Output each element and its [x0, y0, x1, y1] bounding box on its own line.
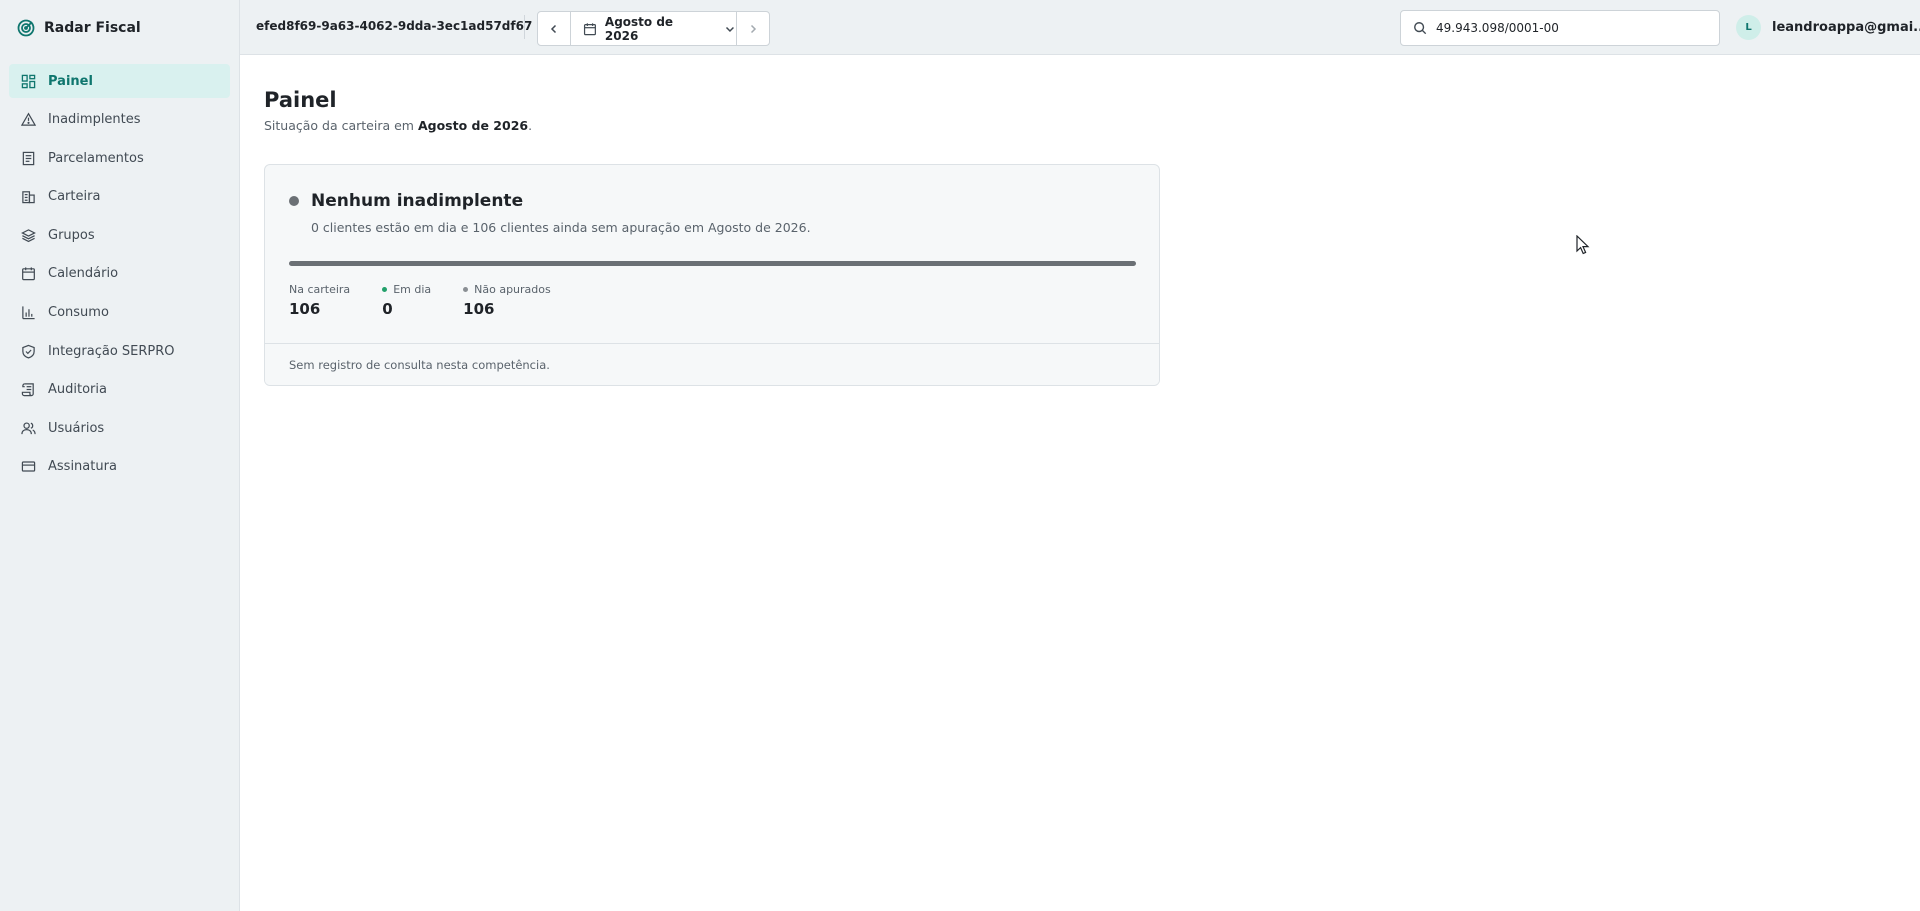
stat-label: Em dia [393, 283, 432, 296]
main-content: Painel Situação da carteira em Agosto de… [264, 88, 1160, 386]
stat-value: 106 [463, 300, 495, 318]
sidebar-item-parcelamentos[interactable]: Parcelamentos [9, 141, 230, 175]
status-dot [289, 196, 299, 206]
sidebar-item-label: Grupos [48, 227, 95, 243]
subtitle-suffix: . [528, 118, 533, 133]
header-divider [524, 15, 525, 39]
sidebar: Radar Fiscal Painel Inadimplentes Parcel… [0, 0, 240, 911]
period-select[interactable]: Agosto de 2026 [571, 12, 736, 45]
card-stats: Na carteira 106 Em dia 0 Não apurados 10… [289, 283, 551, 318]
sidebar-item-label: Carteira [48, 189, 101, 205]
sidebar-item-consumo[interactable]: Consumo [9, 296, 230, 330]
search-icon [1414, 22, 1427, 35]
organization-id[interactable]: efed8f69-9a63-4062-9dda-3ec1ad57df67 [256, 19, 532, 33]
stat-em-dia: Em dia 0 [382, 283, 431, 318]
sidebar-item-label: Painel [48, 73, 93, 89]
status-dot-green [382, 287, 388, 292]
sidebar-item-label: Calendário [48, 266, 119, 282]
shield-check-icon [22, 344, 35, 359]
sidebar-item-label: Inadimplentes [48, 112, 141, 128]
credit-card-icon [21, 461, 36, 473]
subtitle-prefix: Situação da carteira em [264, 118, 418, 133]
chevron-left-icon [550, 24, 557, 33]
sidebar-item-carteira[interactable]: Carteira [9, 180, 230, 214]
calendar-icon [22, 267, 35, 281]
stat-nao-apurados: Não apurados 106 [463, 283, 551, 318]
sidebar-item-integracao-serpro[interactable]: Integração SERPRO [9, 334, 230, 368]
scroll-icon [21, 383, 34, 397]
search-input[interactable] [1436, 21, 1696, 35]
alert-triangle-icon [21, 112, 36, 126]
previous-period-button[interactable] [538, 12, 571, 45]
card-header: Nenhum inadimplente [289, 191, 523, 211]
card-title: Nenhum inadimplente [311, 191, 524, 211]
stat-label-row: Em dia [382, 283, 431, 296]
bar-chart-icon [22, 306, 35, 320]
sidebar-item-usuarios[interactable]: Usuários [9, 411, 230, 445]
status-dot-gray [463, 287, 469, 292]
sidebar-item-assinatura[interactable]: Assinatura [9, 450, 230, 484]
status-card: Nenhum inadimplente 0 clientes estão em … [264, 164, 1160, 386]
top-bar: efed8f69-9a63-4062-9dda-3ec1ad57df67 Ago… [240, 0, 1920, 55]
sidebar-item-label: Auditoria [48, 382, 107, 398]
sidebar-item-label: Integração SERPRO [48, 343, 175, 359]
period-label: Agosto de 2026 [604, 14, 674, 43]
stat-value: 0 [382, 300, 393, 318]
card-description: 0 clientes estão em dia e 106 clientes a… [311, 220, 811, 235]
layers-icon [21, 229, 36, 242]
sidebar-item-inadimplentes[interactable]: Inadimplentes [9, 103, 230, 137]
stat-value: 106 [289, 300, 321, 318]
portfolio-progress-bar [289, 261, 1136, 266]
user-email: leandroappa@gmai... [1772, 20, 1920, 35]
building-icon [22, 191, 35, 204]
app-name: Radar Fiscal [44, 19, 141, 36]
stat-label: Na carteira [289, 283, 351, 296]
users-icon [21, 422, 36, 435]
user-menu[interactable]: L leandroappa@gmai... [1736, 15, 1920, 40]
sidebar-item-painel[interactable]: Painel [9, 64, 230, 98]
chevron-right-icon [750, 24, 757, 33]
sidebar-item-label: Consumo [48, 305, 109, 321]
sidebar-item-calendario[interactable]: Calendário [9, 257, 230, 291]
subtitle-period: Agosto de 2026 [417, 118, 529, 133]
sidebar-item-auditoria[interactable]: Auditoria [9, 373, 230, 407]
sidebar-item-label: Usuários [48, 420, 105, 436]
radar-logo-icon [17, 19, 35, 37]
page-title: Painel [264, 88, 337, 112]
sidebar-item-label: Parcelamentos [48, 150, 144, 166]
dashboard-icon [21, 74, 36, 88]
document-list-icon [22, 151, 35, 165]
card-footer: Sem registro de consulta nesta competênc… [265, 343, 1159, 385]
sidebar-item-label: Assinatura [48, 459, 117, 475]
brand[interactable]: Radar Fiscal [0, 0, 239, 55]
stat-label: Não apurados [474, 283, 551, 296]
next-period-button[interactable] [736, 12, 769, 45]
period-picker: Agosto de 2026 [537, 11, 770, 46]
stat-na-carteira: Na carteira 106 [289, 283, 350, 318]
avatar: L [1736, 15, 1761, 40]
sidebar-nav: Painel Inadimplentes Parcelamentos Carte… [0, 55, 239, 484]
mouse-cursor-icon [1576, 234, 1590, 259]
stat-label-row: Não apurados [463, 283, 551, 296]
calendar-icon [583, 22, 596, 35]
client-search [1400, 10, 1720, 46]
page-subtitle: Situação da carteira em Agosto de 2026. [264, 118, 532, 133]
chevron-down-icon [726, 26, 735, 32]
sidebar-item-grupos[interactable]: Grupos [9, 218, 230, 252]
